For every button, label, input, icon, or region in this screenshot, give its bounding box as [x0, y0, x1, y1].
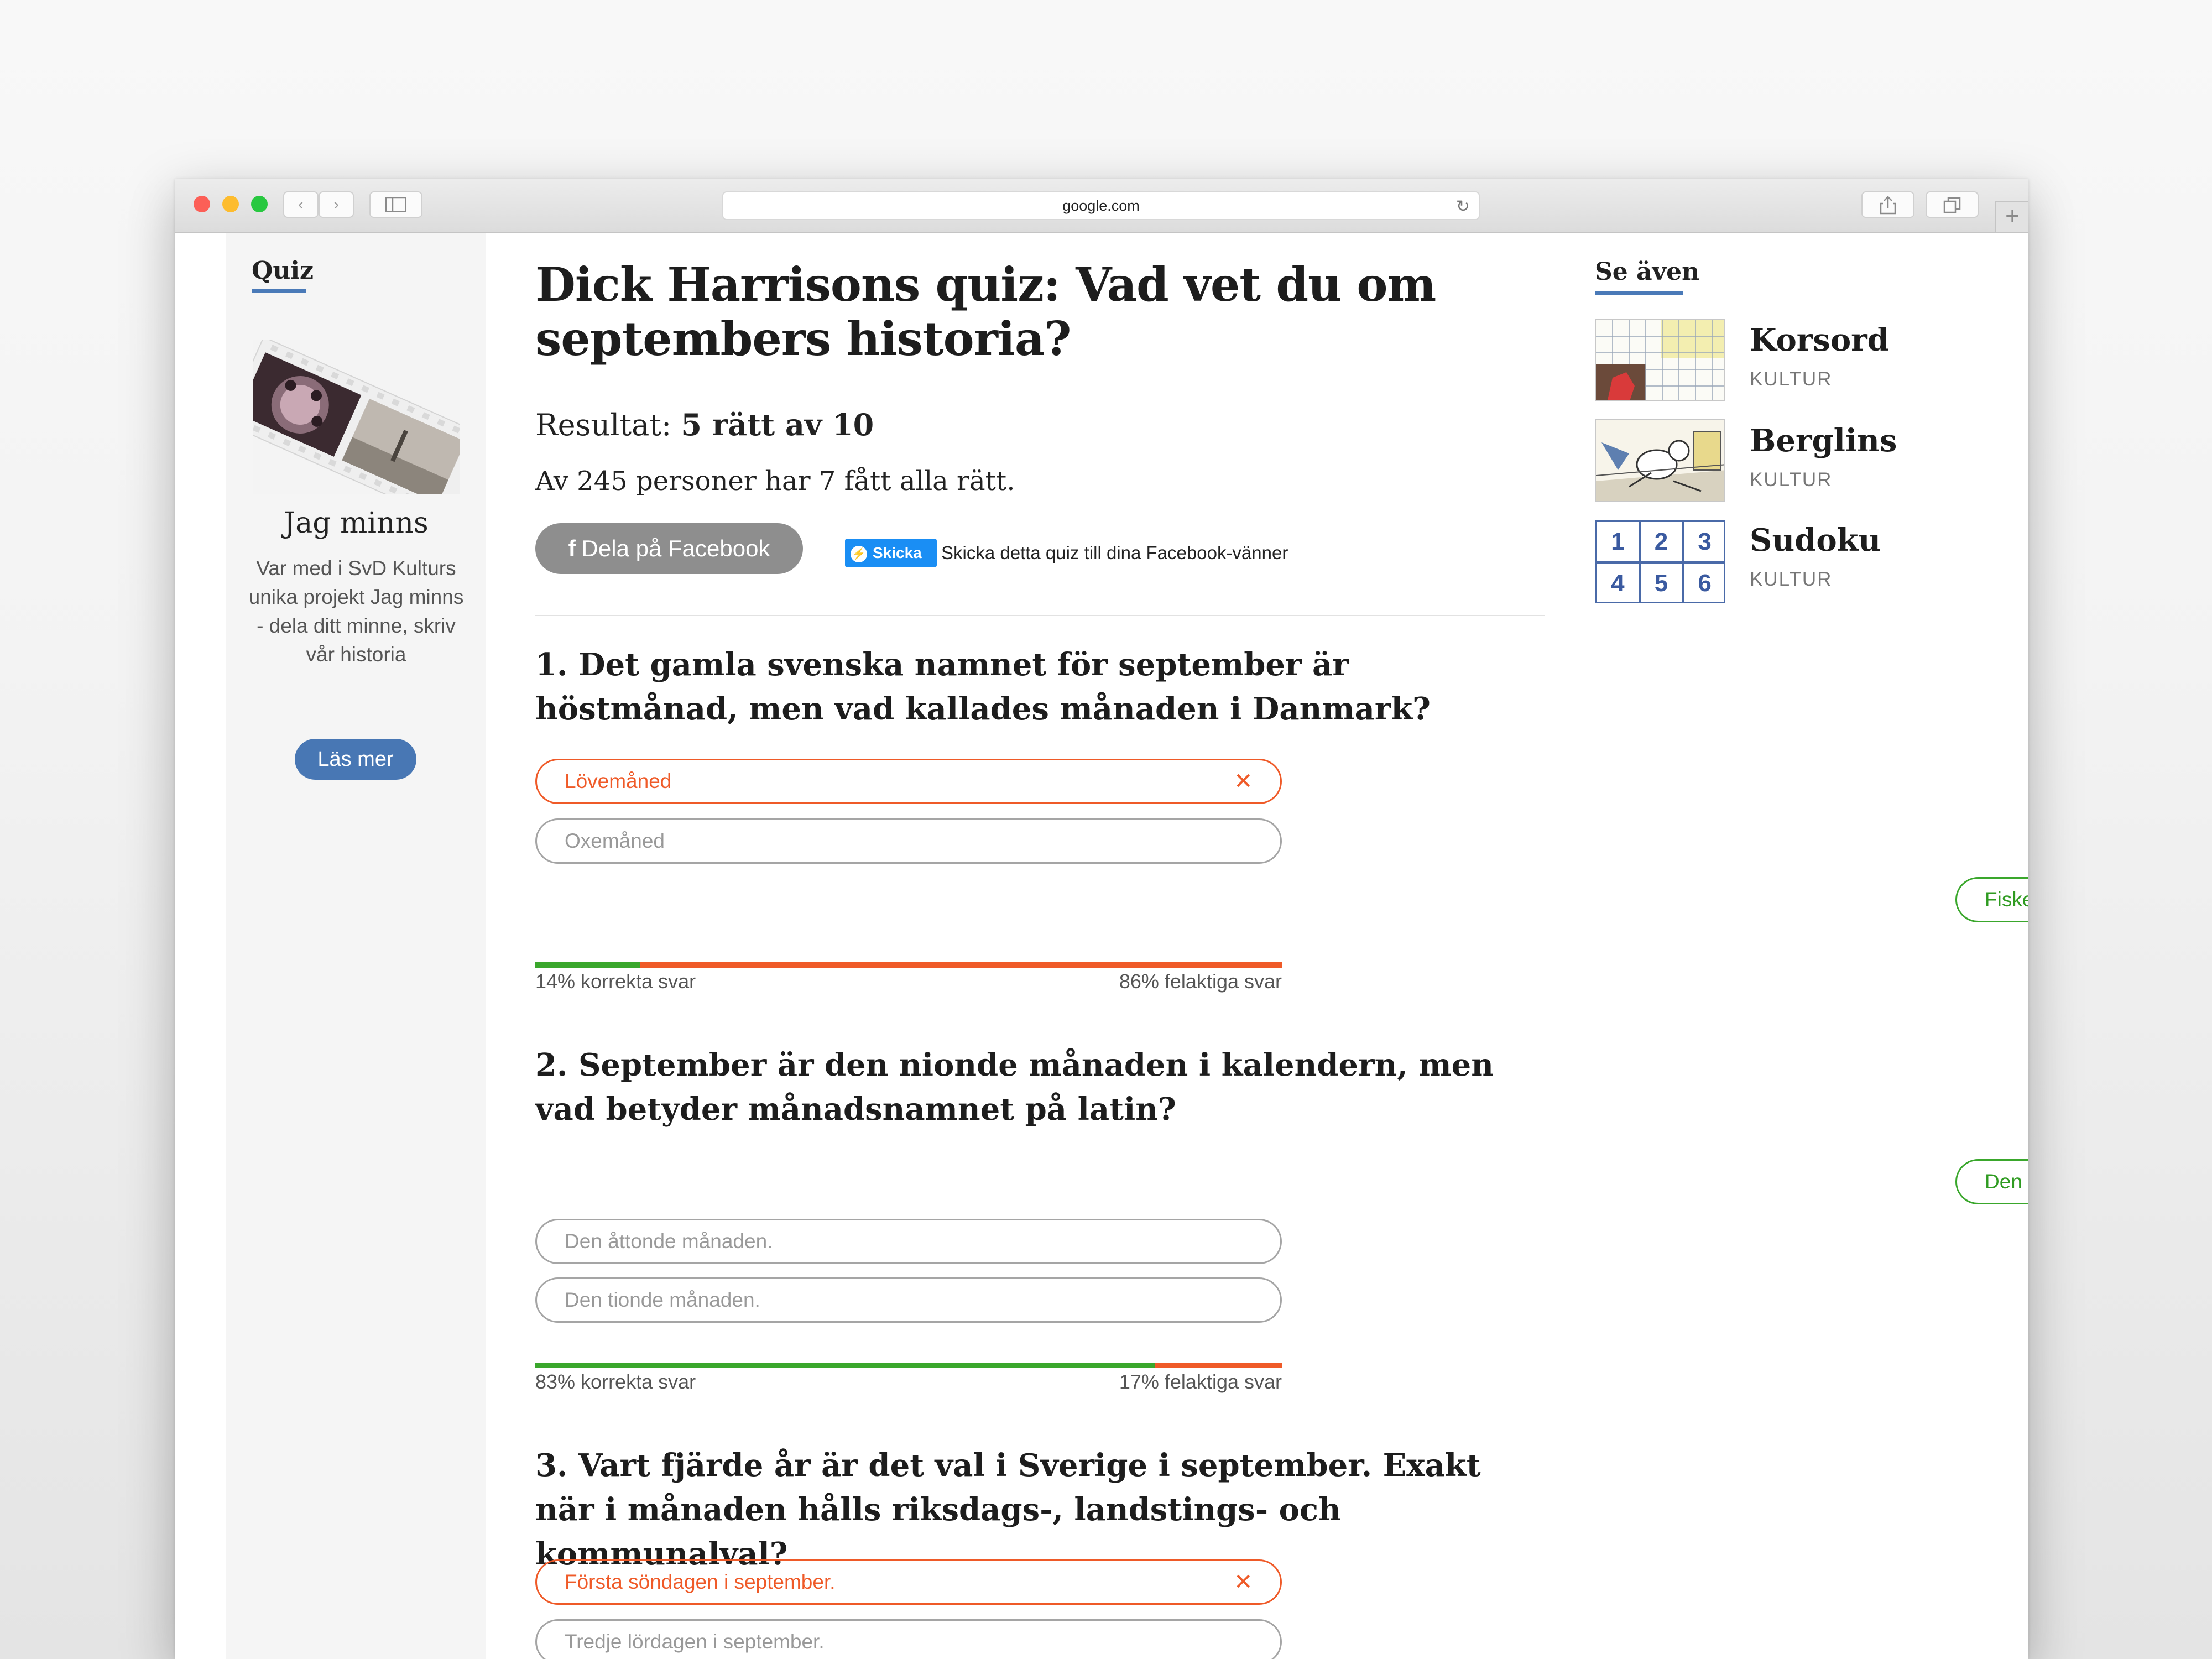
- crossword-thumbnail[interactable]: [1595, 319, 1725, 401]
- see-also-category: KULTUR: [1750, 568, 1833, 590]
- result-label: Resultat:: [535, 408, 672, 442]
- see-also-title-sudoku[interactable]: Sudoku: [1750, 522, 1881, 559]
- question-title: 1. Det gamla svenska namnet för septembe…: [535, 646, 1431, 727]
- address-bar[interactable]: google.com ↻: [722, 191, 1480, 220]
- section-divider: [535, 615, 1545, 616]
- quiz-tab-label[interactable]: Quiz: [252, 257, 314, 285]
- share-button[interactable]: [1861, 191, 1914, 218]
- share-facebook-label: Dela på Facebook: [581, 535, 770, 561]
- sudoku-digit: 4: [1596, 562, 1640, 602]
- answer-option[interactable]: Den åttonde månaden.: [535, 1219, 1282, 1264]
- close-window-button[interactable]: [194, 196, 210, 212]
- sudoku-digit: 2: [1639, 521, 1683, 562]
- wrong-share-label: 86% felaktiga svar: [1119, 970, 1282, 993]
- tabs-overview-button[interactable]: [1926, 191, 1979, 218]
- answer-option-correct[interactable]: Den sjunde månaden. ✓: [1955, 1159, 2028, 1204]
- promo-description: Var med i SvD Kulturs unika projekt Jag …: [248, 557, 464, 666]
- new-tab-button[interactable]: +: [1995, 201, 2028, 232]
- answer-label: Den sjunde månaden.: [1985, 1170, 2028, 1193]
- quiz-tab-underline: [252, 289, 306, 293]
- share-icon: [1880, 196, 1896, 215]
- sudoku-grid: 1 2 3 4 5 6: [1596, 521, 1724, 602]
- answer-label: Första söndagen i september.: [565, 1571, 836, 1593]
- plus-icon: +: [2005, 202, 2020, 229]
- read-more-button[interactable]: Läs mer: [295, 739, 416, 780]
- see-also-category: KULTUR: [1750, 368, 1833, 390]
- minimize-window-button[interactable]: [222, 196, 239, 212]
- zoom-window-button[interactable]: [251, 196, 268, 212]
- sidebar-toggle-button[interactable]: [369, 191, 422, 218]
- back-button[interactable]: ‹: [283, 191, 319, 218]
- answer-label: Oxemåned: [565, 830, 665, 852]
- question-title: 3. Vart fjärde år är det val i Sverige i…: [535, 1447, 1481, 1572]
- page-content: Quiz Jag minns Var med i SvD Kulturs uni…: [175, 233, 2028, 1659]
- cross-icon: ✕: [1234, 1570, 1253, 1594]
- answer-option-correct[interactable]: Fiskemåned: [1955, 877, 2028, 922]
- quiz-stats: Av 245 personer har 7 fått alla rätt.: [535, 466, 1015, 497]
- see-also-title-berglins[interactable]: Berglins: [1750, 422, 1897, 459]
- reload-icon[interactable]: ↻: [1456, 195, 1470, 219]
- answer-option[interactable]: Tredje lördagen i september.: [535, 1619, 1282, 1659]
- page-title: Dick Harrisons quiz: Vad vet du om septe…: [535, 257, 1436, 366]
- url-text: google.com: [1062, 197, 1140, 214]
- tabs-icon: [1943, 197, 1961, 213]
- answer-option-wrong[interactable]: Lövemåned ✕: [535, 759, 1282, 804]
- answer-distribution-bar: [535, 1363, 1282, 1368]
- share-facebook-button[interactable]: f Dela på Facebook: [535, 523, 803, 574]
- answer-label: Den åttonde månaden.: [565, 1230, 773, 1253]
- sudoku-thumbnail[interactable]: 1 2 3 4 5 6: [1595, 520, 1725, 603]
- chevron-left-icon: ‹: [298, 195, 304, 213]
- sudoku-digit: 1: [1596, 521, 1640, 562]
- answer-label: Tredje lördagen i september.: [565, 1630, 825, 1653]
- answer-distribution-bar: [535, 962, 1282, 968]
- result-value: 5 rätt av 10: [681, 407, 874, 442]
- messenger-description: Skicka detta quiz till dina Facebook-vän…: [941, 542, 1288, 563]
- messenger-icon: ⚡: [851, 545, 867, 562]
- browser-toolbar: ‹ › google.com ↻ +: [175, 179, 2028, 233]
- left-sidebar: Quiz Jag minns Var med i SvD Kulturs uni…: [226, 233, 486, 1659]
- correct-share-fill: [535, 1363, 1155, 1368]
- forward-button[interactable]: ›: [319, 191, 354, 218]
- see-also-underline: [1595, 291, 1683, 295]
- chevron-right-icon: ›: [333, 195, 339, 213]
- wrong-share-label: 17% felaktiga svar: [1119, 1370, 1282, 1393]
- answer-option[interactable]: Oxemåned: [535, 818, 1282, 864]
- sudoku-digit: 3: [1683, 521, 1724, 562]
- browser-window: ‹ › google.com ↻ + Quiz Jag minns Var me…: [175, 179, 2028, 1659]
- answer-option[interactable]: Den tionde månaden.: [535, 1277, 1282, 1323]
- see-also-category: KULTUR: [1750, 469, 1833, 491]
- sudoku-digit: 5: [1639, 562, 1683, 602]
- facebook-icon: f: [568, 535, 576, 561]
- answer-label: Den tionde månaden.: [565, 1288, 760, 1311]
- film-strip-image: [253, 340, 460, 494]
- messenger-button-label: Skicka: [873, 544, 922, 561]
- berglins-comic-thumbnail[interactable]: [1595, 419, 1725, 502]
- answer-label: Fiskemåned: [1985, 888, 2028, 911]
- sidebar-icon: [385, 196, 407, 213]
- promo-title[interactable]: Jag minns: [226, 507, 486, 540]
- correct-share-fill: [535, 962, 640, 968]
- answer-option-wrong[interactable]: Första söndagen i september. ✕: [535, 1559, 1282, 1605]
- see-also-title-korsord[interactable]: Korsord: [1750, 322, 1889, 358]
- messenger-send-button[interactable]: ⚡ Skicka: [845, 539, 937, 567]
- sudoku-digit: 6: [1683, 562, 1724, 602]
- cross-icon: ✕: [1234, 769, 1253, 794]
- answer-label: Lövemåned: [565, 770, 672, 792]
- result-line: Resultat: 5 rätt av 10: [535, 407, 874, 442]
- see-also-heading: Se även: [1595, 258, 1700, 286]
- question-title: 2. September är den nionde månaden i kal…: [535, 1047, 1494, 1128]
